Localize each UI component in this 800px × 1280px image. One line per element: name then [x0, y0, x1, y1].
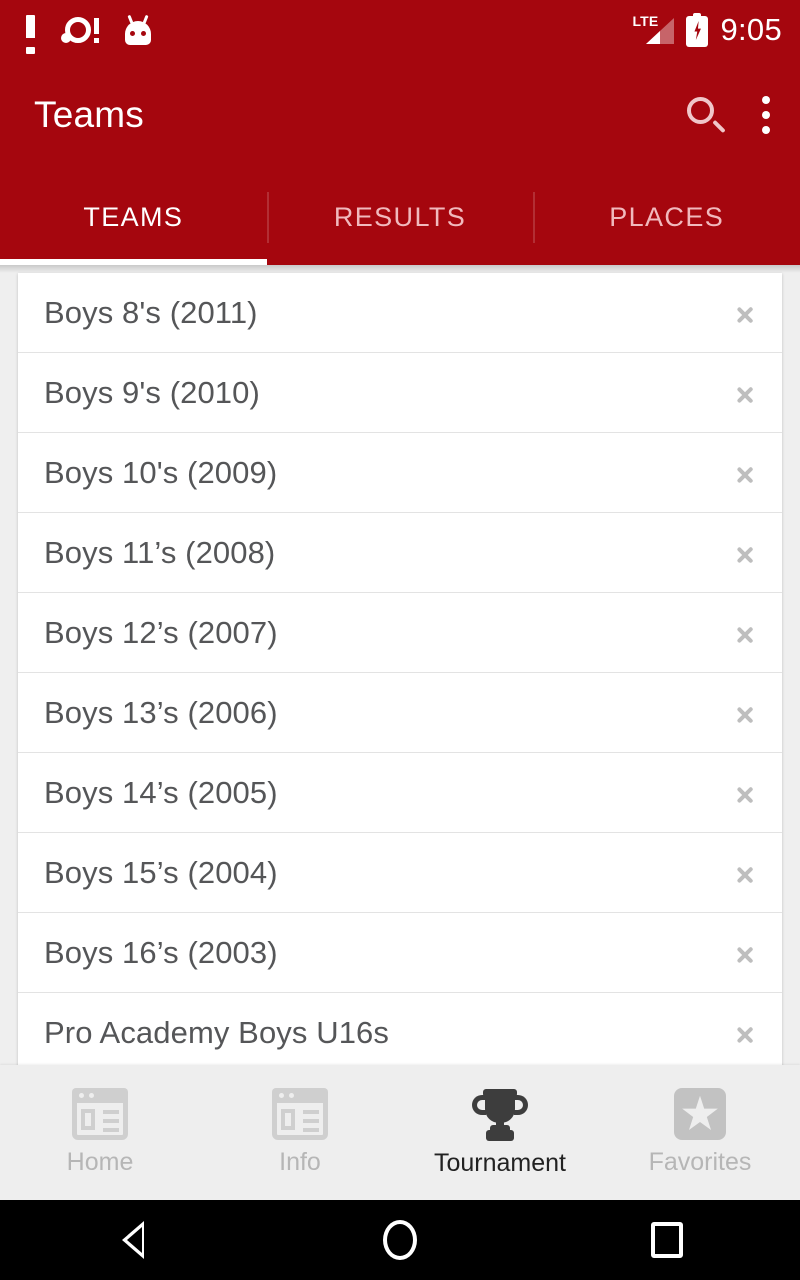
back-button[interactable]: [0, 1221, 267, 1259]
list-item-label: Boys 14’s (2005): [44, 774, 278, 810]
list-item[interactable]: Boys 14’s (2005): [18, 753, 782, 833]
list-item[interactable]: Pro Academy Boys U16s: [18, 993, 782, 1065]
article-icon: [272, 1088, 328, 1140]
list-item[interactable]: Boys 10's (2009): [18, 433, 782, 513]
list-item-label: Pro Academy Boys U16s: [44, 1015, 389, 1050]
status-bar-notifications: [26, 14, 634, 54]
list-item-label: Boys 10's (2009): [44, 454, 278, 490]
tab-results[interactable]: RESULTS: [266, 170, 534, 265]
android-system-nav: [0, 1200, 800, 1280]
exclamation-icon: [26, 15, 35, 54]
bottom-nav-label-info: Info: [279, 1148, 321, 1176]
chevron-right-icon: [736, 777, 756, 809]
tab-teams-label: TEAMS: [83, 202, 184, 232]
list-item[interactable]: Boys 13’s (2006): [18, 673, 782, 753]
article-icon: [72, 1088, 128, 1140]
chevron-right-icon: [736, 857, 756, 889]
battery-charging-icon: [686, 13, 709, 47]
chevron-right-icon: [736, 537, 756, 569]
bottom-nav-label-tournament: Tournament: [433, 1149, 567, 1177]
tab-bar: TEAMS RESULTS PLACES: [0, 170, 800, 265]
list-item[interactable]: Boys 8's (2011): [18, 273, 782, 353]
bottom-nav-item-favorites[interactable]: Favorites: [600, 1088, 800, 1177]
list-item[interactable]: Boys 11’s (2008): [18, 513, 782, 593]
bottom-nav-item-info[interactable]: Info: [200, 1088, 400, 1177]
recents-button[interactable]: [533, 1222, 800, 1258]
bottom-nav-label-favorites: Favorites: [648, 1148, 752, 1176]
status-bar-system: LTE 9:05: [632, 12, 782, 48]
home-icon: [383, 1220, 417, 1260]
app-bar: Teams: [0, 60, 800, 170]
app-root: LTE 9:05 Teams TEAMS RESULTS PLACES Boys…: [0, 0, 800, 1280]
list-item[interactable]: Boys 16’s (2003): [18, 913, 782, 993]
page-title: Teams: [34, 94, 144, 135]
search-icon[interactable]: [684, 95, 726, 135]
trophy-icon: [471, 1087, 529, 1141]
list-item-label: Boys 15’s (2004): [44, 854, 278, 890]
list-item[interactable]: Boys 15’s (2004): [18, 833, 782, 913]
home-button[interactable]: [267, 1220, 534, 1260]
list-item-label: Boys 13’s (2006): [44, 694, 278, 730]
list-item-label: Boys 11’s (2008): [44, 534, 276, 570]
team-list-card: Boys 8's (2011) Boys 9's (2010) Boys 10'…: [18, 273, 782, 1065]
chevron-right-icon: [736, 457, 756, 489]
android-head-icon: [125, 14, 151, 45]
list-item[interactable]: Boys 12’s (2007): [18, 593, 782, 673]
status-bar-clock: 9:05: [720, 12, 782, 47]
bottom-nav-label-home: Home: [66, 1148, 134, 1176]
chevron-right-icon: [736, 697, 756, 729]
list-item-label: Boys 12’s (2007): [44, 614, 278, 650]
list-item-label: Boys 9's (2010): [44, 374, 260, 410]
list-item-label: Boys 16’s (2003): [44, 934, 278, 970]
lte-signal-icon: LTE: [632, 13, 675, 46]
chevron-right-icon: [736, 937, 756, 969]
notification-icon: [61, 15, 99, 45]
team-list-scroll[interactable]: Boys 8's (2011) Boys 9's (2010) Boys 10'…: [0, 265, 800, 1065]
list-item-label: Boys 8's (2011): [44, 294, 258, 330]
tab-places[interactable]: PLACES: [533, 170, 800, 265]
bottom-nav-item-home[interactable]: Home: [0, 1088, 200, 1177]
status-bar: LTE 9:05: [0, 0, 800, 60]
chevron-right-icon: [736, 297, 756, 329]
app-bar-actions: [684, 95, 770, 135]
back-icon: [122, 1221, 145, 1259]
chevron-right-icon: [736, 617, 756, 649]
chevron-right-icon: [736, 377, 756, 409]
tab-results-label: RESULTS: [333, 202, 467, 232]
more-vert-icon[interactable]: [762, 96, 770, 134]
tab-places-label: PLACES: [609, 202, 725, 232]
list-item[interactable]: Boys 9's (2010): [18, 353, 782, 433]
recents-icon: [650, 1222, 683, 1258]
bottom-nav-item-tournament[interactable]: Tournament: [400, 1087, 600, 1178]
tab-teams[interactable]: TEAMS: [0, 170, 267, 265]
chevron-right-icon: [736, 1017, 756, 1049]
bottom-navigation: Home Info Tournament Favorites: [0, 1065, 800, 1200]
content-top-shadow: [0, 265, 800, 273]
star-icon: [674, 1088, 726, 1140]
